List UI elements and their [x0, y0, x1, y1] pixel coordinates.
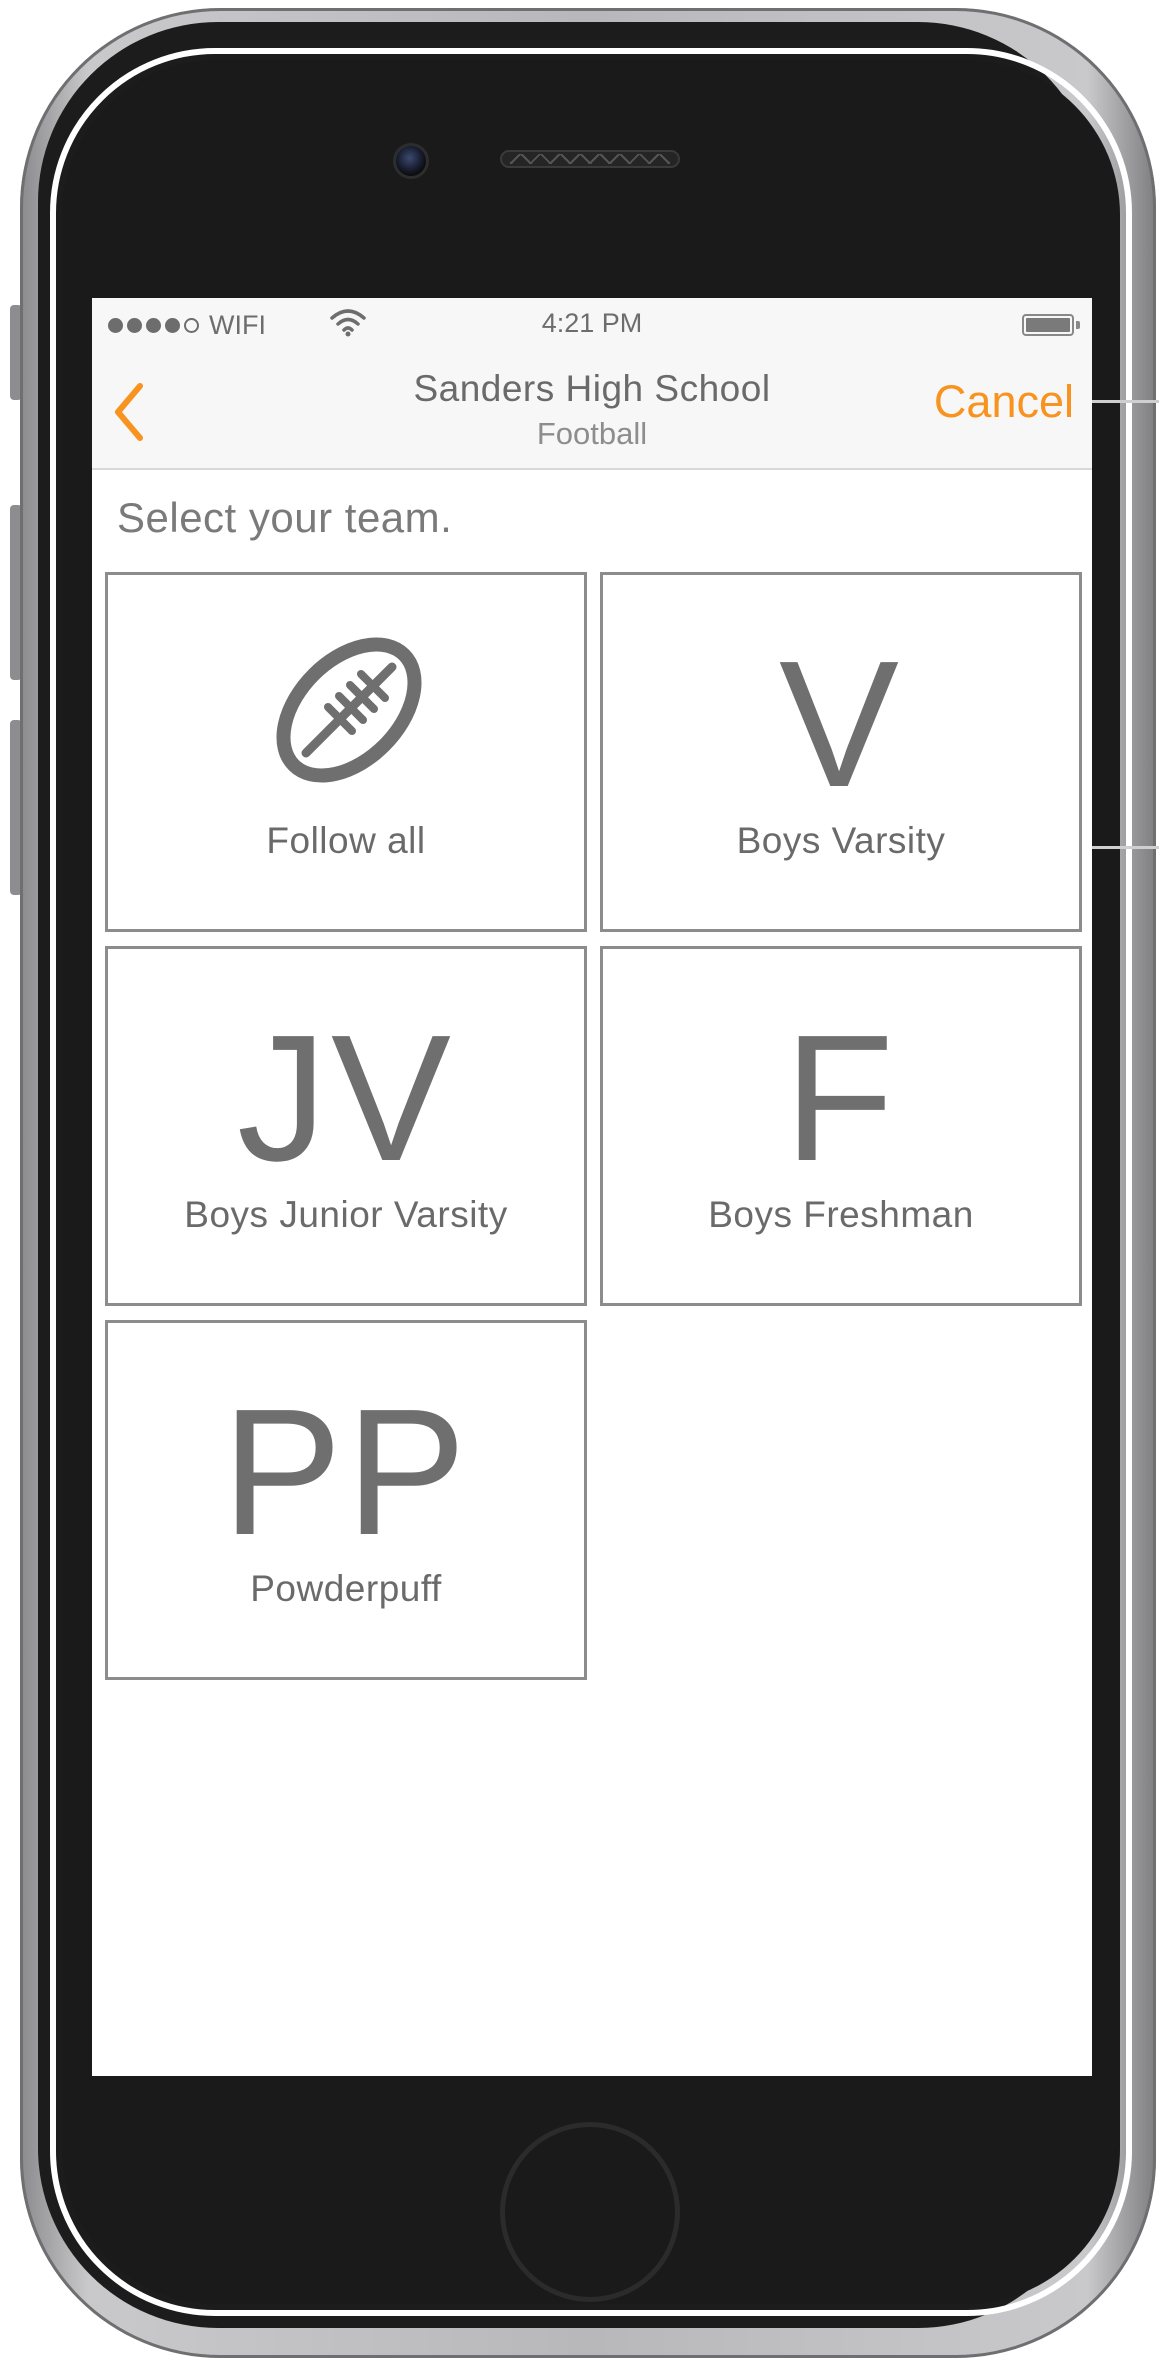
team-tile-boys-junior-varsity[interactable]: JV Boys Junior Varsity [105, 946, 587, 1306]
status-bar: WIFI 4:21 PM [92, 298, 1092, 354]
annotation-line [1082, 400, 1159, 403]
team-abbreviation: V [778, 624, 904, 825]
team-abbreviation: PP [221, 1372, 471, 1573]
team-tile-boys-freshman[interactable]: F Boys Freshman [600, 946, 1082, 1306]
team-label: Powderpuff [250, 1568, 442, 1609]
app-screen: WIFI 4:21 PM Sanders High School Footbal… [92, 298, 1092, 2076]
team-label: Boys Varsity [736, 820, 946, 861]
battery-icon [1022, 314, 1080, 336]
team-tile-boys-varsity[interactable]: V Boys Varsity [600, 572, 1082, 932]
earpiece-speaker [500, 150, 680, 168]
team-tile-follow-all[interactable]: Follow all [105, 572, 587, 932]
team-tile-powderpuff[interactable]: PP Powderpuff [105, 1320, 587, 1680]
home-button[interactable] [500, 2122, 680, 2302]
battery-level-fill [1026, 318, 1070, 332]
status-time: 4:21 PM [541, 308, 643, 338]
annotation-line [1082, 846, 1159, 849]
team-label: Follow all [266, 820, 426, 861]
football-icon [276, 637, 422, 783]
team-label: Boys Junior Varsity [184, 1194, 508, 1235]
team-abbreviation: JV [236, 998, 456, 1199]
team-label: Boys Freshman [708, 1194, 974, 1235]
team-abbreviation: F [784, 998, 898, 1199]
front-camera [393, 143, 429, 179]
instruction-text: Select your team. [117, 494, 453, 541]
cancel-button[interactable]: Cancel [934, 376, 1074, 428]
navigation-bar: Sanders High School Football Cancel [92, 354, 1092, 470]
